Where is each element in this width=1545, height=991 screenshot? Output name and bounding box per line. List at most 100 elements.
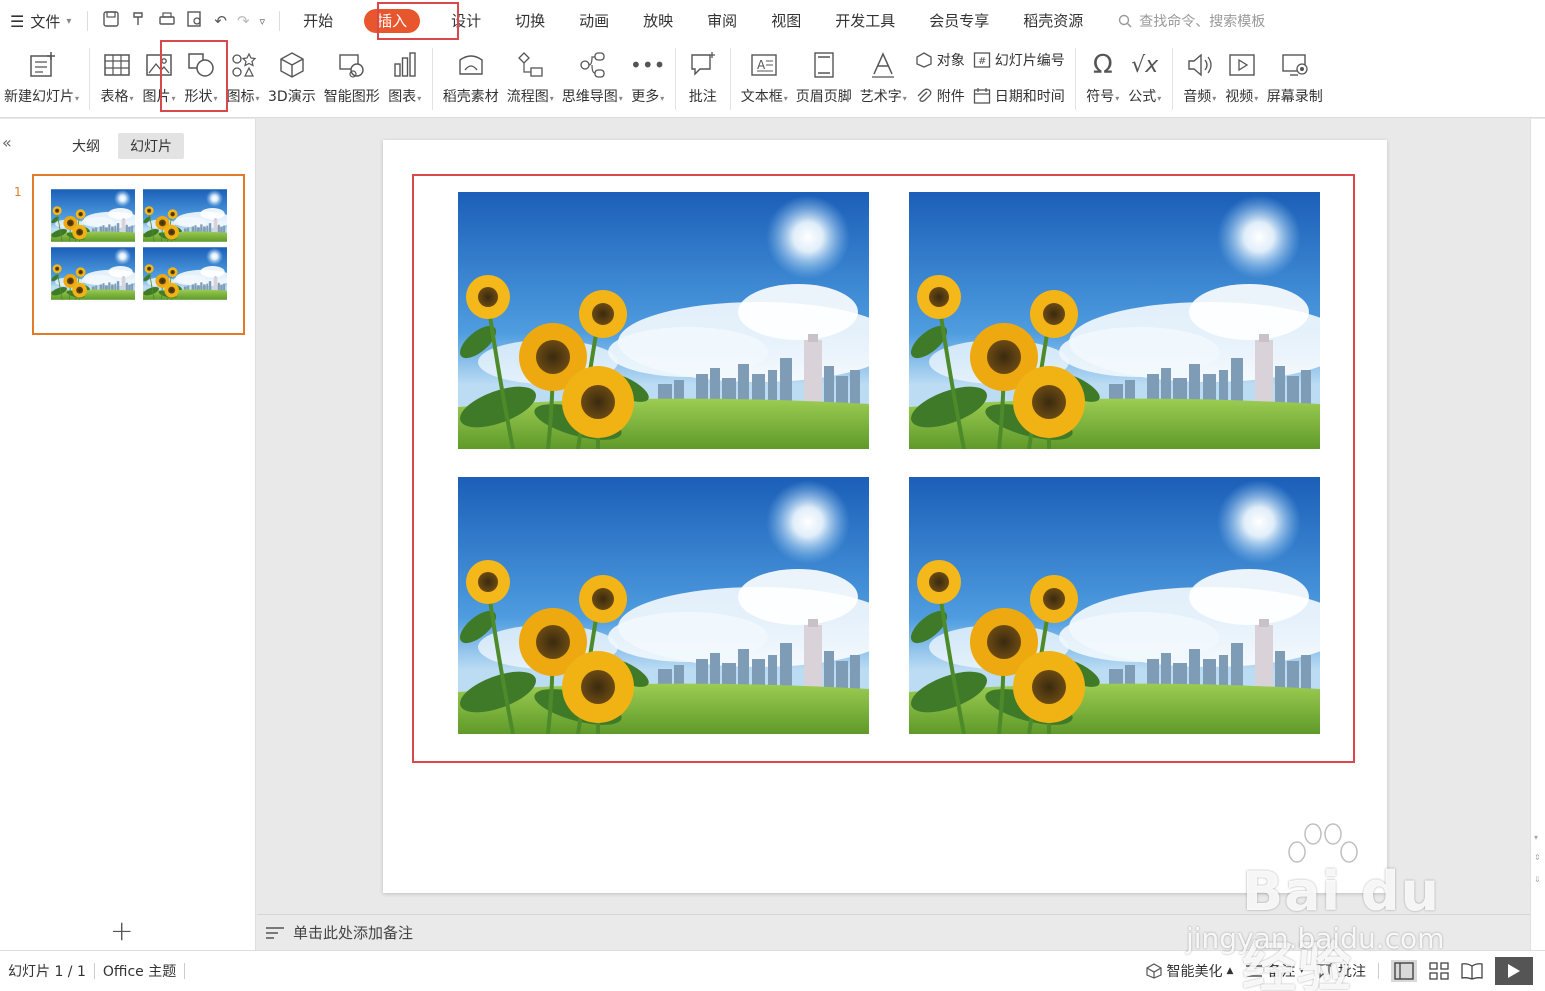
tab-docer[interactable]: 稻壳资源 [1006,0,1100,42]
new-slide-button[interactable]: 新建幻灯片▾ [0,48,83,112]
smart-beautify-button[interactable]: 智能美化 ▲ [1145,961,1234,981]
notes-toggle-button[interactable]: 备注 ▾ [1245,961,1304,981]
docer-material-button[interactable]: 稻壳素材 [439,48,503,112]
divider [89,48,91,110]
chevron-up-icon: ▲ [1226,966,1234,976]
divider [729,48,731,110]
print-preview-icon[interactable] [186,10,204,32]
video-button[interactable]: 视频▾ [1221,48,1263,112]
smart-graphic-label: 智能图形 [323,89,380,105]
tab-transition[interactable]: 切换 [498,0,562,42]
tab-animation[interactable]: 动画 [562,0,626,42]
header-footer-button[interactable]: 页眉页脚 [792,48,856,112]
tab-view[interactable]: 视图 [754,0,818,42]
formula-icon: √x [1131,52,1159,78]
slides-panel: « 大纲 幻灯片 1 + [0,119,256,950]
textbox-button[interactable]: A 文本框▾ [737,48,792,112]
notes-icon [1246,965,1263,977]
slide-counter: 幻灯片 1 / 1 [8,964,86,980]
reading-view-icon[interactable] [1461,962,1483,980]
mindmap-label: 思维导图 [561,89,618,105]
quick-access-toolbar: ↶ ↷ ▿ [94,10,273,32]
flowchart-button[interactable]: 流程图▾ [503,48,558,112]
picture-icon [142,48,176,82]
notes-icon [266,926,284,939]
file-menu[interactable]: ☰ 文件 ▾ [0,0,81,42]
symbol-button[interactable]: Ω 符号▾ [1082,48,1124,112]
audio-label: 音频 [1183,89,1212,105]
theme-name[interactable]: Office 主题 [95,961,184,981]
video-icon [1225,48,1259,82]
attachment-button[interactable]: 附件 [915,86,965,106]
3d-demo-button[interactable]: 3D演示 [264,48,320,112]
table-icon [100,48,134,82]
collapse-panel-icon[interactable]: « [2,133,12,152]
tab-developer[interactable]: 开发工具 [818,0,912,42]
page-down-icon[interactable]: ⇓ [1534,875,1541,884]
slide-sorter-icon[interactable] [1429,962,1449,980]
tab-slides[interactable]: 幻灯片 [118,133,184,159]
smart-graphic-button[interactable]: 智能图形 [320,48,384,112]
table-button[interactable]: 表格▾ [96,48,138,112]
comment-icon [686,48,720,82]
redo-icon[interactable]: ↷ [237,12,250,30]
add-slide-button[interactable]: + [110,914,133,947]
picture-label: 图片 [142,89,171,105]
print-icon[interactable] [158,10,176,32]
dropdown-caret-icon: ▾ [1157,94,1162,103]
scroll-up-icon[interactable]: ▾ [1534,833,1538,842]
chart-button[interactable]: 图表▾ [384,48,426,112]
format-painter-icon[interactable] [130,10,148,32]
slide[interactable] [383,140,1387,893]
object-icon [916,52,932,68]
new-slide-label: 新建幻灯片 [4,89,74,105]
datetime-button[interactable]: 日期和时间 [973,86,1065,106]
icon-library-button[interactable]: 图标▾ [222,48,264,112]
panel-tabs: 大纲 幻灯片 [60,133,184,159]
comment-toggle-label: 批注 [1338,964,1366,980]
icon-library-label: 图标 [226,89,255,105]
object-button[interactable]: 对象 [915,50,965,70]
vertical-scrollbar[interactable]: ▾ ⇕ ⇓ [1530,119,1545,950]
normal-view-icon[interactable] [1391,960,1417,982]
tab-review[interactable]: 审阅 [690,0,754,42]
tab-outline[interactable]: 大纲 [60,133,112,159]
audio-button[interactable]: 音频▾ [1179,48,1221,112]
tab-design[interactable]: 设计 [434,0,498,42]
undo-icon[interactable]: ↶ [214,12,227,30]
notes-pane[interactable]: 单击此处添加备注 [257,914,1530,950]
tab-insert[interactable]: 插入 [350,0,434,42]
svg-text:#: # [978,56,986,67]
dropdown-caret-icon: ▾ [417,94,422,103]
tab-label: 会员专享 [929,12,990,30]
more-button[interactable]: ••• 更多▾ [627,48,669,112]
customize-toolbar-icon[interactable]: ▿ [260,15,266,28]
slide-number-button[interactable]: # 幻灯片编号 [973,50,1065,70]
shape-button[interactable]: 形状▾ [180,48,222,112]
table-label: 表格 [100,89,129,105]
divider [1074,48,1076,110]
slide-thumbnail[interactable] [32,174,245,335]
page-up-icon[interactable]: ⇕ [1534,853,1541,862]
command-search[interactable]: 查找命令、搜索模板 [1118,11,1265,31]
play-icon [1508,964,1520,978]
dropdown-caret-icon: ▾ [255,94,260,103]
omega-icon: Ω [1092,50,1113,80]
picture-button[interactable]: 图片▾ [138,48,180,112]
tab-slideshow[interactable]: 放映 [626,0,690,42]
save-icon[interactable] [102,10,120,32]
comment-button[interactable]: 批注 [682,48,724,112]
dropdown-caret-icon: ▾ [783,94,788,103]
screen-record-button[interactable]: 屏幕录制 [1263,48,1327,112]
wordart-button[interactable]: 艺术字▾ [856,48,911,112]
tab-label: 放映 [643,12,674,30]
tab-label: 稻壳资源 [1023,12,1084,30]
play-slideshow-button[interactable] [1495,957,1533,985]
tab-start[interactable]: 开始 [286,0,350,42]
comment-toggle-button[interactable]: 批注 [1316,961,1366,981]
tab-member[interactable]: 会员专享 [912,0,1006,42]
mindmap-button[interactable]: 思维导图▾ [558,48,627,112]
formula-button[interactable]: √x 公式▾ [1124,48,1166,112]
shape-label: 形状 [184,89,213,105]
notes-toggle-label: 备注 [1267,964,1296,980]
